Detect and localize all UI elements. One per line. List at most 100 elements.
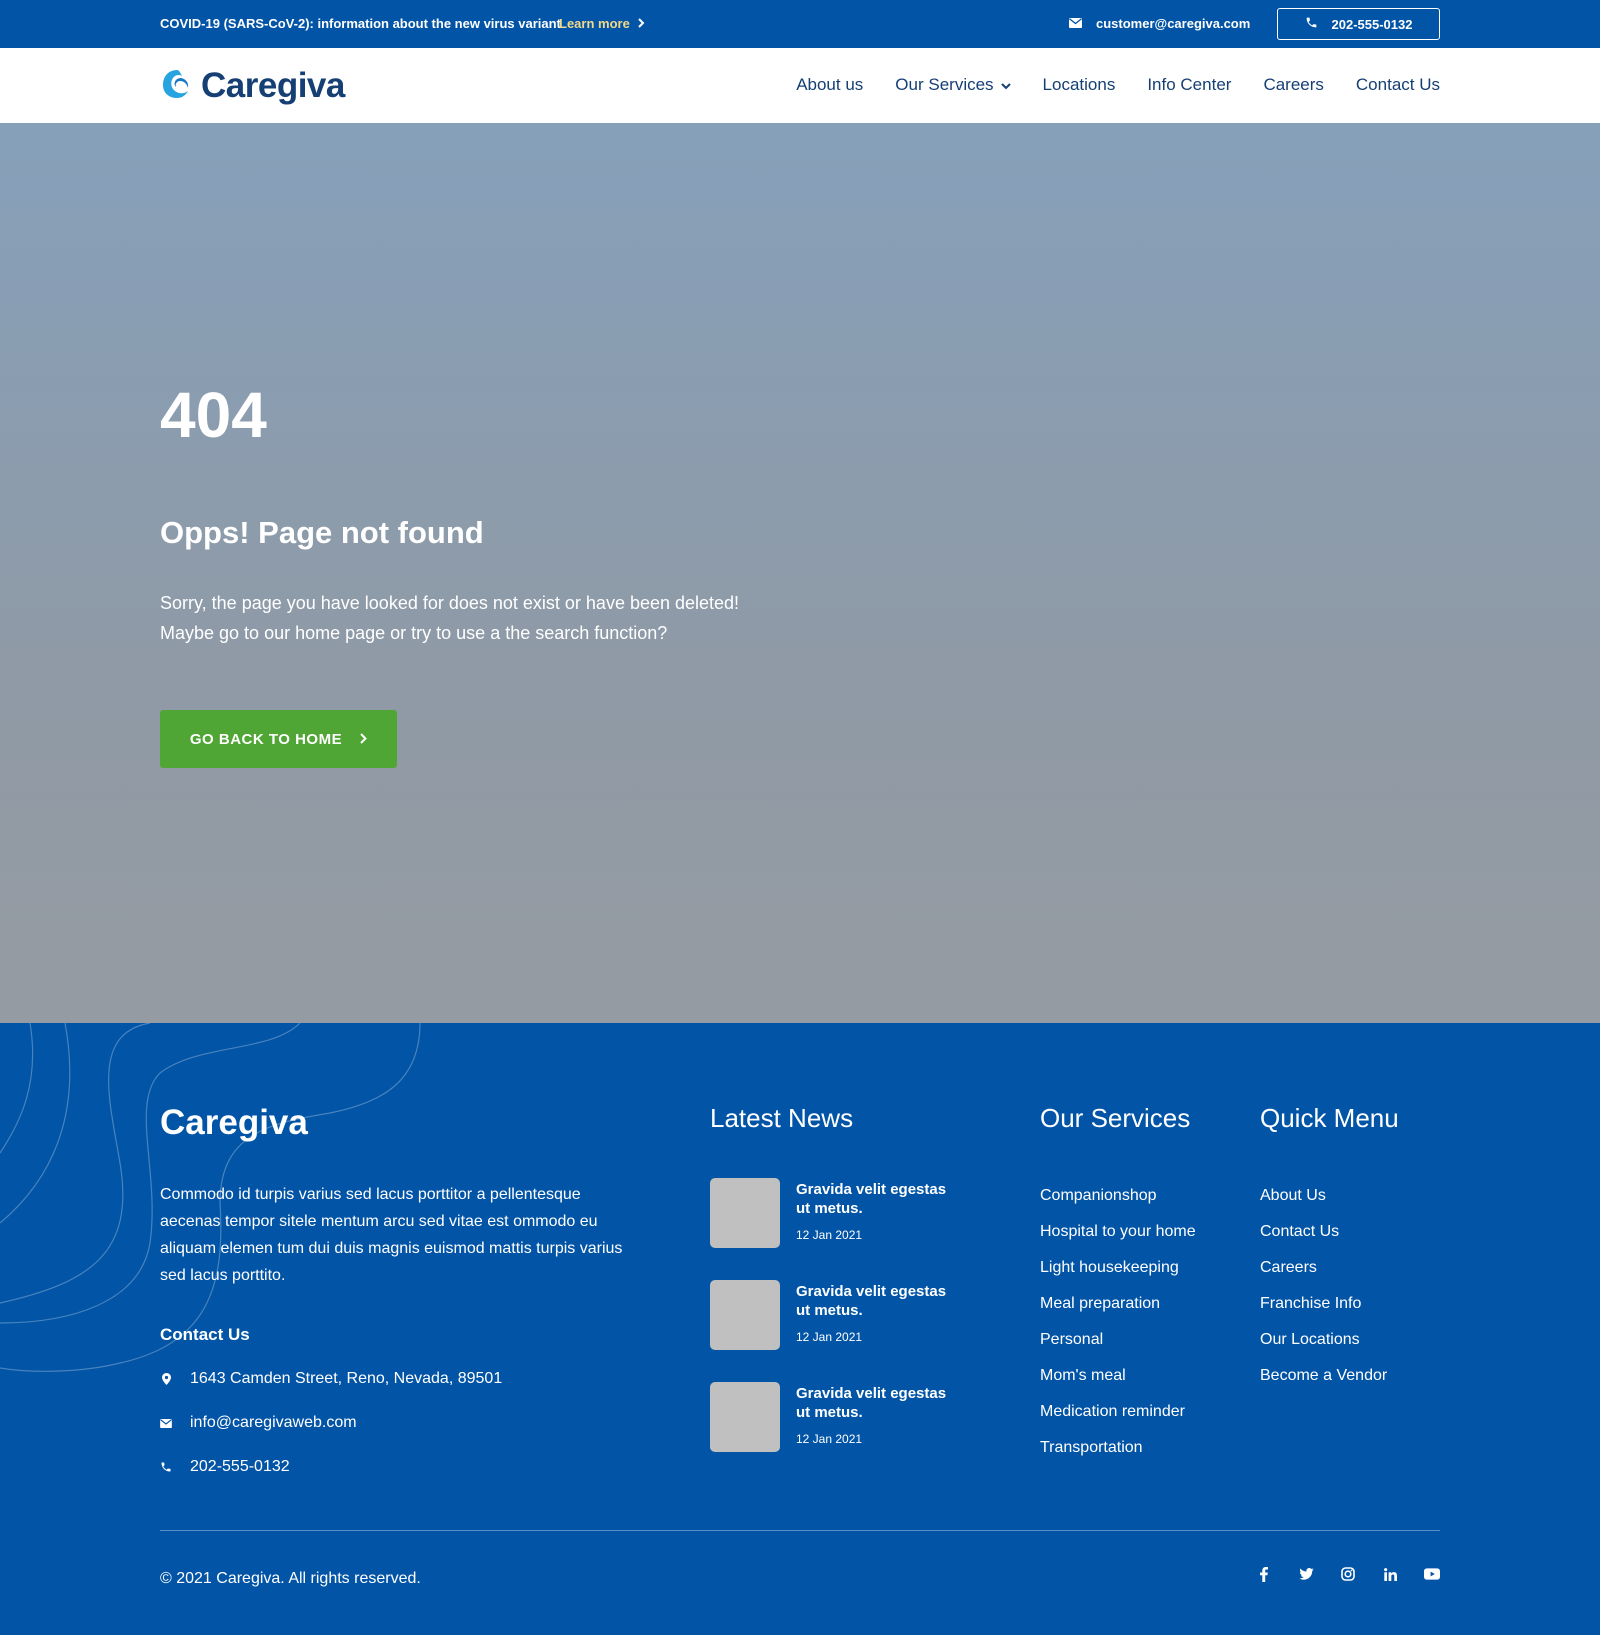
quick-menu-link[interactable]: Careers bbox=[1260, 1259, 1317, 1276]
news-thumbnail bbox=[710, 1382, 780, 1452]
quick-menu-title: Quick Menu bbox=[1260, 1103, 1399, 1133]
list-item[interactable]: Franchise Info bbox=[1260, 1293, 1387, 1329]
topbar-email[interactable]: customer@caregiva.com bbox=[1069, 16, 1250, 31]
service-link[interactable]: Medication reminder bbox=[1040, 1403, 1185, 1420]
nav-careers[interactable]: Careers bbox=[1263, 75, 1323, 95]
list-item[interactable]: Companionshop bbox=[1040, 1185, 1196, 1221]
news-date: 12 Jan 2021 bbox=[796, 1330, 863, 1344]
map-pin-icon bbox=[160, 1373, 172, 1385]
chevron-right-icon bbox=[360, 731, 368, 748]
phone-icon bbox=[160, 1461, 172, 1473]
go-back-home-label: GO BACK TO HOME bbox=[189, 730, 343, 748]
topbar-phone-button[interactable]: 202-555-0132 bbox=[1277, 8, 1440, 40]
logo-swirl-icon bbox=[160, 67, 194, 106]
list-item[interactable]: Careers bbox=[1260, 1257, 1387, 1293]
nav-our-services[interactable]: Our Services bbox=[895, 75, 1011, 95]
service-link[interactable]: Personal bbox=[1040, 1331, 1103, 1348]
youtube-icon[interactable] bbox=[1424, 1566, 1440, 1582]
news-thumbnail bbox=[710, 1178, 780, 1248]
news-title: Gravida velit egestas ut metus. bbox=[796, 1283, 947, 1319]
topbar-phone-text: 202-555-0132 bbox=[1331, 16, 1413, 32]
latest-news-title: Latest News bbox=[710, 1103, 854, 1133]
footer-services-list: Companionshop Hospital to your home Ligh… bbox=[1040, 1185, 1196, 1473]
list-item[interactable]: Medication reminder bbox=[1040, 1401, 1196, 1437]
learn-more-label: Learn more bbox=[559, 16, 630, 31]
main-nav: About us Our Services Locations Info Cen… bbox=[796, 75, 1440, 95]
nav-info-center[interactable]: Info Center bbox=[1147, 75, 1231, 95]
nav-about-us[interactable]: About us bbox=[796, 75, 863, 95]
latest-news-list: Gravida velit egestas ut metus. 12 Jan 2… bbox=[710, 1178, 956, 1484]
instagram-icon[interactable] bbox=[1340, 1566, 1356, 1582]
chevron-right-icon bbox=[638, 17, 645, 31]
news-thumbnail bbox=[710, 1280, 780, 1350]
footer-contact-list: 1643 Camden Street, Reno, Nevada, 89501 … bbox=[160, 1368, 502, 1500]
footer-phone-text: 202-555-0132 bbox=[190, 1458, 290, 1475]
quick-menu-link[interactable]: Contact Us bbox=[1260, 1223, 1339, 1240]
envelope-icon bbox=[160, 1418, 172, 1428]
list-item[interactable]: Our Locations bbox=[1260, 1329, 1387, 1365]
news-item[interactable]: Gravida velit egestas ut metus. 12 Jan 2… bbox=[710, 1178, 956, 1248]
list-item[interactable]: Transportation bbox=[1040, 1437, 1196, 1473]
quick-menu-link[interactable]: About Us bbox=[1260, 1187, 1326, 1204]
footer-quick-menu-list: About Us Contact Us Careers Franchise In… bbox=[1260, 1185, 1387, 1401]
footer-contact-title: Contact Us bbox=[160, 1325, 250, 1344]
list-item[interactable]: Personal bbox=[1040, 1329, 1196, 1365]
footer-divider bbox=[160, 1530, 1440, 1531]
news-title: Gravida velit egestas ut metus. bbox=[796, 1181, 947, 1217]
error-message: Sorry, the page you have looked for does… bbox=[160, 588, 739, 648]
list-item[interactable]: Light housekeeping bbox=[1040, 1257, 1196, 1293]
social-links bbox=[1256, 1566, 1440, 1582]
news-item[interactable]: Gravida velit egestas ut metus. 12 Jan 2… bbox=[710, 1382, 956, 1452]
phone-icon bbox=[1305, 16, 1318, 32]
copyright-text: © 2021 Caregiva. All rights reserved. bbox=[160, 1570, 421, 1587]
service-link[interactable]: Companionshop bbox=[1040, 1187, 1157, 1204]
twitter-icon[interactable] bbox=[1298, 1566, 1314, 1582]
news-item[interactable]: Gravida velit egestas ut metus. 12 Jan 2… bbox=[710, 1280, 956, 1350]
quick-menu-link[interactable]: Our Locations bbox=[1260, 1331, 1360, 1348]
site-logo[interactable]: Caregiva bbox=[160, 66, 345, 106]
top-announcement-bar: COVID-19 (SARS-CoV-2): information about… bbox=[0, 0, 1600, 48]
topbar-email-text: customer@caregiva.com bbox=[1096, 16, 1251, 31]
error-code: 404 bbox=[160, 379, 267, 451]
list-item[interactable]: Become a Vendor bbox=[1260, 1365, 1387, 1401]
footer-phone[interactable]: 202-555-0132 bbox=[160, 1456, 502, 1478]
service-link[interactable]: Light housekeeping bbox=[1040, 1259, 1179, 1276]
learn-more-link[interactable]: Learn more bbox=[559, 16, 645, 31]
footer-address-text: 1643 Camden Street, Reno, Nevada, 89501 bbox=[190, 1370, 503, 1387]
footer-email-text: info@caregivaweb.com bbox=[190, 1414, 357, 1431]
quick-menu-link[interactable]: Franchise Info bbox=[1260, 1295, 1361, 1312]
list-item[interactable]: Contact Us bbox=[1260, 1221, 1387, 1257]
nav-contact-us[interactable]: Contact Us bbox=[1356, 75, 1440, 95]
list-item[interactable]: About Us bbox=[1260, 1185, 1387, 1221]
covid-notice: COVID-19 (SARS-CoV-2): information about… bbox=[160, 16, 561, 31]
nav-locations[interactable]: Locations bbox=[1043, 75, 1116, 95]
footer-description: Commodo id turpis varius sed lacus portt… bbox=[160, 1186, 623, 1284]
facebook-icon[interactable] bbox=[1256, 1566, 1272, 1582]
list-item[interactable]: Hospital to your home bbox=[1040, 1221, 1196, 1257]
chevron-down-icon bbox=[1000, 75, 1011, 95]
go-back-home-button[interactable]: GO BACK TO HOME bbox=[160, 710, 397, 768]
service-link[interactable]: Mom's meal bbox=[1040, 1367, 1126, 1384]
service-link[interactable]: Hospital to your home bbox=[1040, 1223, 1196, 1240]
logo-wordmark: Caregiva bbox=[201, 66, 345, 105]
quick-menu-link[interactable]: Become a Vendor bbox=[1260, 1367, 1387, 1384]
site-footer: Caregiva Commodo id turpis varius sed la… bbox=[0, 1023, 1600, 1635]
our-services-title: Our Services bbox=[1040, 1103, 1191, 1133]
footer-address: 1643 Camden Street, Reno, Nevada, 89501 bbox=[160, 1368, 502, 1390]
list-item[interactable]: Meal preparation bbox=[1040, 1293, 1196, 1329]
linkedin-icon[interactable] bbox=[1382, 1566, 1398, 1582]
main-header: Caregiva About us Our Services Locations… bbox=[0, 48, 1600, 123]
news-date: 12 Jan 2021 bbox=[796, 1432, 863, 1446]
error-message-line-2: Maybe go to our home page or try to use … bbox=[160, 623, 668, 643]
service-link[interactable]: Transportation bbox=[1040, 1439, 1143, 1456]
nav-our-services-label: Our Services bbox=[895, 75, 994, 94]
list-item[interactable]: Mom's meal bbox=[1040, 1365, 1196, 1401]
error-message-line-1: Sorry, the page you have looked for does… bbox=[160, 593, 740, 613]
service-link[interactable]: Meal preparation bbox=[1040, 1295, 1160, 1312]
footer-email[interactable]: info@caregivaweb.com bbox=[160, 1412, 502, 1434]
error-hero: 404 Opps! Page not found Sorry, the page… bbox=[0, 123, 1600, 1023]
error-title: Opps! Page not found bbox=[160, 515, 484, 550]
news-date: 12 Jan 2021 bbox=[796, 1228, 863, 1242]
news-title: Gravida velit egestas ut metus. bbox=[796, 1385, 947, 1421]
envelope-icon bbox=[1069, 16, 1082, 31]
